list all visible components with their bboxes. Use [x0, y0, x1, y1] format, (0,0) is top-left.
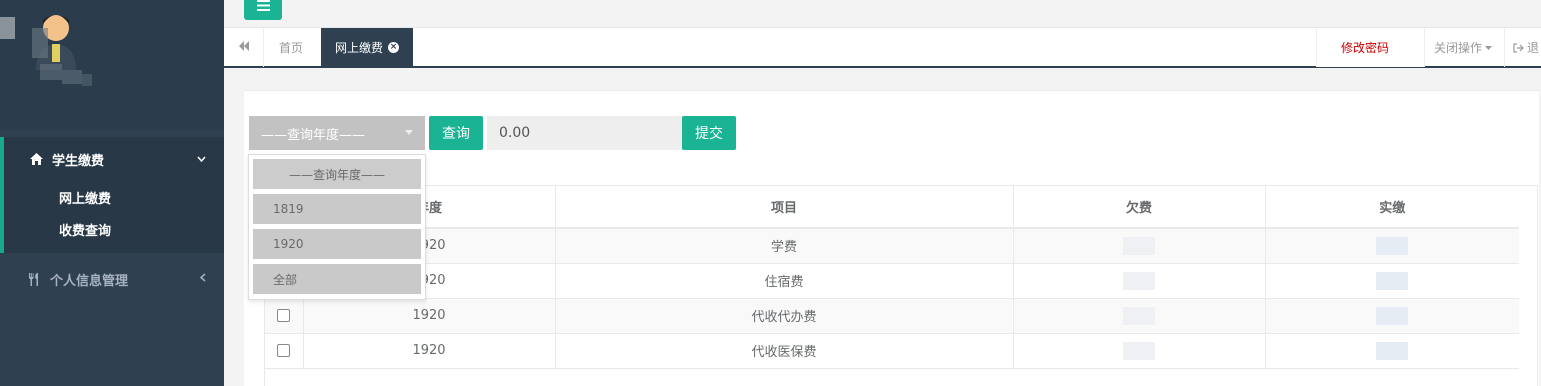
nav-student-fees[interactable]: 学生缴费 — [4, 137, 224, 181]
home-icon — [28, 151, 44, 167]
chevron-left-icon — [199, 272, 206, 285]
header-arrears: 欠费 — [1013, 186, 1266, 229]
redacted-value — [1123, 271, 1155, 290]
row-checkbox[interactable] — [277, 309, 291, 322]
double-left-icon — [238, 40, 250, 55]
table-header-row: 年度 项目 欠费 实缴 — [265, 186, 1519, 229]
tab-online-payment[interactable]: 网上缴费 × — [321, 28, 414, 67]
year-select-value: ——查询年度—— — [261, 127, 366, 143]
paid-cell — [1265, 298, 1519, 334]
redacted-value — [1376, 236, 1409, 255]
table-row[interactable]: 1920 代收医保费 — [265, 333, 1519, 369]
cutlery-icon — [26, 271, 42, 287]
hamburger-icon — [256, 0, 270, 15]
profile-marker — [0, 17, 15, 39]
arrears-cell — [1013, 228, 1266, 264]
paid-cell — [1265, 333, 1519, 369]
redacted-value — [1123, 306, 1155, 325]
tab-home[interactable]: 首页 — [264, 28, 318, 67]
row-checkbox[interactable] — [277, 344, 291, 357]
dropdown-option-all[interactable]: 全部 — [253, 264, 421, 294]
close-icon[interactable]: × — [388, 42, 400, 53]
redacted-value — [1376, 341, 1409, 360]
menu-toggle-button[interactable] — [244, 0, 282, 20]
nav-group-student-fees: 学生缴费 网上缴费 收费查询 — [0, 137, 224, 253]
table-row[interactable]: 1920 代收代办费 — [265, 298, 1519, 334]
nav-student-fees-submenu: 网上缴费 收费查询 — [4, 181, 224, 253]
tab-bar: 首页 网上缴费 × 修改密码 关闭操作 退 — [224, 27, 1541, 68]
year-dropdown-menu: ——查询年度—— 1819 1920 全部 — [248, 154, 426, 300]
change-password-button[interactable]: 修改密码 — [1316, 28, 1424, 67]
nav-personal-info-label: 个人信息管理 — [50, 273, 129, 289]
tab-scroll-left-button[interactable] — [224, 28, 264, 67]
payment-panel: ——查询年度—— 查询 提交 年度 项目 欠费 实缴 — [244, 90, 1539, 386]
dropdown-option-1920[interactable]: 1920 — [253, 229, 421, 259]
header-paid: 实缴 — [1265, 186, 1519, 229]
row-select-cell — [265, 298, 304, 334]
year-cell: 1920 — [303, 298, 556, 334]
year-cell: 1920 — [303, 333, 556, 369]
close-operations-label: 关闭操作 — [1434, 41, 1483, 55]
table-row[interactable]: 1920 学费 — [265, 228, 1519, 264]
arrears-cell — [1013, 263, 1266, 299]
select-arrow-icon — [405, 130, 413, 135]
arrears-cell — [1013, 298, 1266, 334]
tab-online-payment-label: 网上缴费 — [335, 41, 384, 55]
tab-home-label: 首页 — [279, 41, 304, 55]
item-cell: 学费 — [555, 228, 1014, 264]
table-row[interactable]: 1920 住宿费 — [265, 263, 1519, 299]
sidebar: 学生缴费 网上缴费 收费查询 个人信息管理 — [0, 0, 224, 386]
exit-button[interactable]: 退 — [1504, 28, 1541, 67]
exit-label: 退 — [1527, 41, 1540, 55]
chevron-down-icon — [197, 152, 206, 165]
sidebar-item-fee-query[interactable]: 收费查询 — [4, 213, 224, 245]
item-cell: 住宿费 — [555, 263, 1014, 299]
caret-down-icon — [1485, 45, 1493, 50]
change-password-label: 修改密码 — [1341, 41, 1390, 55]
close-operations-dropdown[interactable]: 关闭操作 — [1424, 28, 1504, 67]
nav-group-personal-info: 个人信息管理 — [0, 257, 224, 301]
item-cell: 代收代办费 — [555, 298, 1014, 334]
redacted-value — [1123, 236, 1155, 255]
arrears-cell — [1013, 333, 1266, 369]
dropdown-option-placeholder[interactable]: ——查询年度—— — [253, 159, 421, 189]
query-button[interactable]: 查询 — [429, 116, 483, 150]
profile-area — [0, 0, 224, 130]
amount-field[interactable] — [487, 116, 683, 150]
redacted-value — [1376, 306, 1409, 325]
dropdown-option-1819[interactable]: 1819 — [253, 194, 421, 224]
avatar[interactable] — [32, 8, 94, 88]
sidebar-nav: 学生缴费 网上缴费 收费查询 个人信息管理 — [0, 137, 224, 301]
redacted-value — [1123, 341, 1155, 360]
nav-student-fees-label: 学生缴费 — [52, 153, 105, 169]
fee-table: 年度 项目 欠费 实缴 1920 学费 1920 住宿费 1920 代收代办费 … — [264, 185, 1538, 386]
top-bar — [224, 0, 1541, 27]
paid-cell — [1265, 228, 1519, 264]
submit-button[interactable]: 提交 — [682, 116, 736, 150]
header-item: 项目 — [555, 186, 1014, 229]
paid-cell — [1265, 263, 1519, 299]
redacted-value — [1376, 271, 1409, 290]
sign-out-icon — [1513, 42, 1524, 53]
nav-personal-info[interactable]: 个人信息管理 — [0, 257, 224, 301]
year-select[interactable]: ——查询年度—— — [249, 116, 425, 150]
sidebar-item-online-payment[interactable]: 网上缴费 — [4, 181, 224, 213]
item-cell: 代收医保费 — [555, 333, 1014, 369]
row-select-cell — [265, 333, 304, 369]
